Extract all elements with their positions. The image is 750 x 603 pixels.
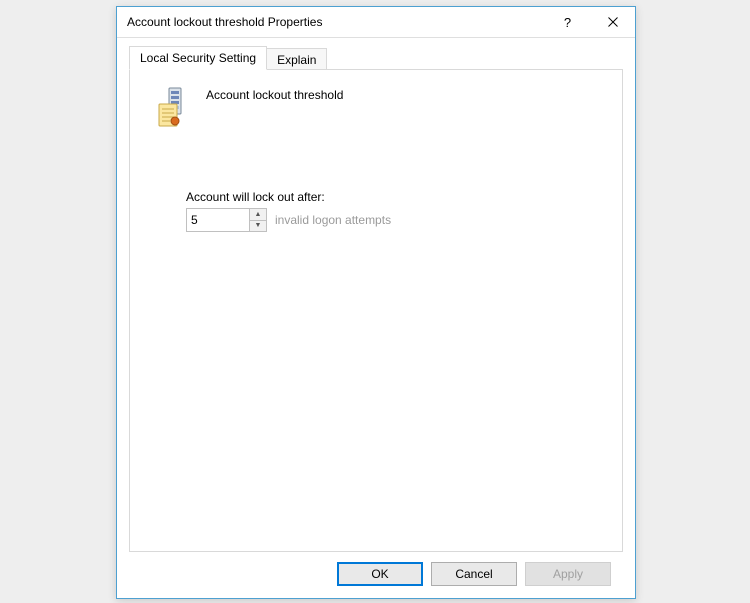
threshold-row: ▲ ▼ invalid logon attempts	[186, 208, 596, 232]
apply-button[interactable]: Apply	[525, 562, 611, 586]
dialog-buttons: OK Cancel Apply	[129, 552, 623, 598]
chevron-down-icon: ▼	[255, 222, 262, 229]
lockout-label: Account will lock out after:	[186, 190, 596, 204]
properties-dialog: Account lockout threshold Properties ? L…	[116, 6, 636, 599]
tab-panel: Account lockout threshold Account will l…	[129, 69, 623, 552]
dialog-title: Account lockout threshold Properties	[127, 15, 322, 29]
threshold-spinner: ▲ ▼	[186, 208, 267, 232]
tab-local-security-setting[interactable]: Local Security Setting	[129, 46, 267, 70]
policy-header: Account lockout threshold	[156, 86, 596, 128]
help-button[interactable]: ?	[545, 7, 590, 37]
client-area: Local Security Setting Explain	[117, 38, 635, 598]
tab-explain[interactable]: Explain	[266, 48, 327, 71]
spin-buttons: ▲ ▼	[249, 209, 266, 231]
spin-up-button[interactable]: ▲	[250, 209, 266, 220]
close-icon	[608, 17, 618, 27]
window-controls: ?	[545, 7, 635, 37]
titlebar: Account lockout threshold Properties ?	[117, 7, 635, 38]
ok-button[interactable]: OK	[337, 562, 423, 586]
cancel-button[interactable]: Cancel	[431, 562, 517, 586]
close-button[interactable]	[590, 7, 635, 37]
panel-content: Account lockout threshold Account will l…	[130, 70, 622, 248]
threshold-unit: invalid logon attempts	[275, 213, 391, 227]
tab-strip: Local Security Setting Explain	[129, 46, 623, 70]
help-icon: ?	[564, 15, 571, 30]
threshold-input[interactable]	[187, 209, 249, 231]
policy-name: Account lockout threshold	[206, 86, 343, 102]
spin-down-button[interactable]: ▼	[250, 220, 266, 232]
chevron-up-icon: ▲	[255, 211, 262, 218]
policy-icon	[156, 86, 192, 128]
